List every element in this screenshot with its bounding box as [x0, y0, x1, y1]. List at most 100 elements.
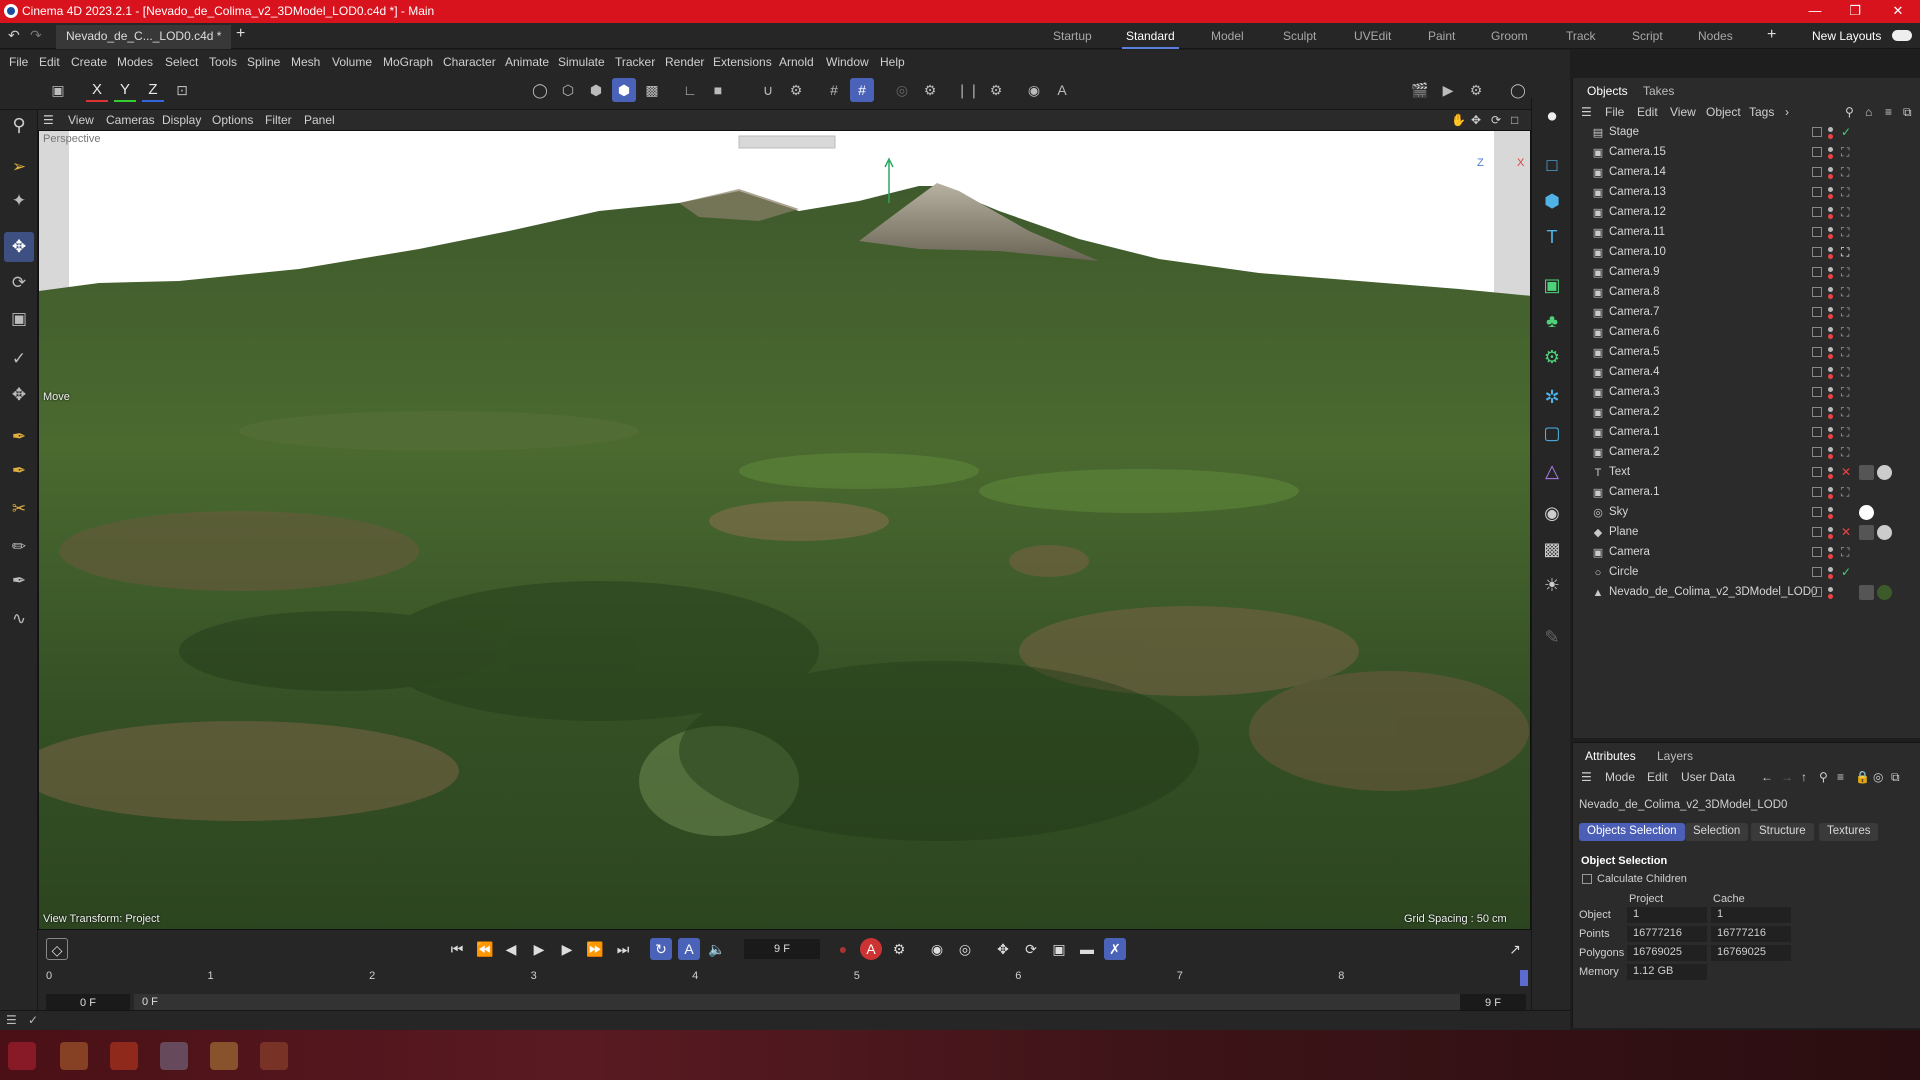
goto-end-icon[interactable]: ⏭: [612, 938, 634, 960]
viewport-menu-panel[interactable]: Panel: [304, 113, 335, 127]
editor-visibility-dot[interactable]: [1828, 427, 1833, 432]
objects-search-icon[interactable]: ⚲: [1845, 105, 1854, 119]
layout-uvedit[interactable]: UVEdit: [1354, 29, 1391, 43]
loop-icon[interactable]: ↻: [650, 938, 672, 960]
menu-character[interactable]: Character: [443, 55, 496, 69]
polygons-mode-icon[interactable]: ⬢: [584, 78, 608, 102]
viewport-rotate-icon[interactable]: ⟳: [1491, 113, 1501, 127]
field-icon[interactable]: ▢: [1537, 418, 1567, 448]
render-visibility-dot[interactable]: [1828, 194, 1833, 199]
axis-x-lock[interactable]: X: [86, 78, 108, 102]
material-tag-icon[interactable]: [1877, 525, 1892, 540]
next-key-icon[interactable]: ⏩: [584, 938, 606, 960]
layer-checkbox[interactable]: [1812, 407, 1822, 417]
object-row[interactable]: ◎ Sky: [1573, 503, 1920, 523]
layer-checkbox[interactable]: [1812, 247, 1822, 257]
layout-script[interactable]: Script: [1632, 29, 1663, 43]
camera-target-icon[interactable]: ⛶: [1841, 165, 1849, 179]
object-row[interactable]: ◆ Plane ✕: [1573, 523, 1920, 543]
keyframe-settings-icon[interactable]: ⚙: [888, 938, 910, 960]
editor-visibility-dot[interactable]: [1828, 567, 1833, 572]
coordinate-system-icon[interactable]: ⊡: [170, 78, 194, 102]
layout-paint[interactable]: Paint: [1428, 29, 1455, 43]
layer-checkbox[interactable]: [1812, 227, 1822, 237]
editor-visibility-dot[interactable]: [1828, 447, 1833, 452]
object-row[interactable]: ▣ Camera.12 ⛶: [1573, 203, 1920, 223]
enabled-check-icon[interactable]: ✓: [1841, 125, 1851, 139]
layer-checkbox[interactable]: [1812, 287, 1822, 297]
editor-visibility-dot[interactable]: [1828, 267, 1833, 272]
object-row[interactable]: ▣ Camera.5 ⛶: [1573, 343, 1920, 363]
disabled-cross-icon[interactable]: ✕: [1841, 525, 1851, 539]
3d-viewport[interactable]: Perspective Move Z X View Transform: Pro…: [38, 130, 1531, 930]
editor-visibility-dot[interactable]: [1828, 167, 1833, 172]
soft-settings-icon[interactable]: ⚙: [918, 78, 942, 102]
snap-move-icon[interactable]: ✥: [4, 380, 34, 410]
editor-visibility-dot[interactable]: [1828, 187, 1833, 192]
layout-track[interactable]: Track: [1566, 29, 1596, 43]
attributes-menu-edit[interactable]: Edit: [1647, 770, 1668, 784]
soft-selection-icon[interactable]: ◎: [890, 78, 914, 102]
layout-standard[interactable]: Standard: [1122, 29, 1179, 49]
objects-menu-object[interactable]: Object: [1706, 105, 1741, 119]
layer-checkbox[interactable]: [1812, 127, 1822, 137]
menu-select[interactable]: Select: [165, 55, 198, 69]
object-row[interactable]: ▣ Camera.13 ⛶: [1573, 183, 1920, 203]
layer-checkbox[interactable]: [1812, 567, 1822, 577]
attributes-filter-icon[interactable]: ≡: [1837, 770, 1844, 784]
render-visibility-dot[interactable]: [1828, 534, 1833, 539]
keyframe-icon[interactable]: ◇: [46, 938, 68, 960]
editor-visibility-dot[interactable]: [1828, 407, 1833, 412]
camera-target-icon[interactable]: ⛶: [1841, 345, 1849, 359]
sound-icon[interactable]: 🔈: [706, 938, 728, 960]
taskbar-app-icon[interactable]: [110, 1042, 138, 1070]
scale-tool-icon[interactable]: ▣: [4, 304, 34, 334]
environment-icon[interactable]: ◉: [1537, 498, 1567, 528]
measure-tool-icon[interactable]: ✒: [4, 566, 34, 596]
layer-checkbox[interactable]: [1812, 367, 1822, 377]
object-row[interactable]: ▣ Camera ⛶: [1573, 543, 1920, 563]
layer-checkbox[interactable]: [1812, 467, 1822, 477]
menu-simulate[interactable]: Simulate: [558, 55, 605, 69]
subtab-objects-selection[interactable]: Objects Selection: [1579, 823, 1685, 841]
key-interpolation-icon[interactable]: ✗: [1104, 938, 1126, 960]
layer-checkbox[interactable]: [1812, 507, 1822, 517]
key-point-level-icon[interactable]: ▬: [1076, 938, 1098, 960]
key-position-icon[interactable]: ◉: [926, 938, 948, 960]
object-row[interactable]: ▣ Camera.8 ⛶: [1573, 283, 1920, 303]
menu-window[interactable]: Window: [826, 55, 869, 69]
menu-help[interactable]: Help: [880, 55, 905, 69]
forward-arrow-icon[interactable]: →: [1781, 770, 1793, 784]
camera-target-icon[interactable]: ⛶: [1841, 365, 1849, 379]
menu-edit[interactable]: Edit: [39, 55, 60, 69]
document-tab[interactable]: Nevado_de_C..._LOD0.c4d *: [56, 25, 232, 49]
snap-icon[interactable]: ∪: [756, 78, 780, 102]
object-row[interactable]: ▣ Camera.4 ⛶: [1573, 363, 1920, 383]
render-visibility-dot[interactable]: [1828, 474, 1833, 479]
layer-checkbox[interactable]: [1812, 427, 1822, 437]
render-settings-icon[interactable]: ⚙: [1464, 78, 1488, 102]
up-arrow-icon[interactable]: ↑: [1801, 770, 1807, 784]
object-row[interactable]: ▣ Camera.11 ⛶: [1573, 223, 1920, 243]
viewport-move-icon[interactable]: ✥: [1471, 113, 1481, 127]
playback-mode-icon[interactable]: A: [678, 938, 700, 960]
menu-volume[interactable]: Volume: [332, 55, 372, 69]
render-visibility-dot[interactable]: [1828, 574, 1833, 579]
editor-visibility-dot[interactable]: [1828, 587, 1833, 592]
tab-attributes[interactable]: Attributes: [1585, 749, 1636, 763]
objects-home-icon[interactable]: ⌂: [1865, 105, 1872, 119]
close-icon[interactable]: ✕: [1878, 0, 1918, 23]
render-visibility-dot[interactable]: [1828, 274, 1833, 279]
attributes-menu-user-data[interactable]: User Data: [1681, 770, 1735, 784]
disabled-tool-icon[interactable]: ✎: [1537, 622, 1567, 652]
edges-mode-icon[interactable]: ⬡: [556, 78, 580, 102]
taskbar-app-icon[interactable]: [160, 1042, 188, 1070]
menu-render[interactable]: Render: [665, 55, 704, 69]
render-visibility-dot[interactable]: [1828, 454, 1833, 459]
nodes-icon[interactable]: △: [1537, 456, 1567, 486]
layer-checkbox[interactable]: [1812, 487, 1822, 497]
editor-visibility-dot[interactable]: [1828, 327, 1833, 332]
search-icon[interactable]: ⚲: [4, 110, 34, 140]
camera-target-icon[interactable]: ⛶: [1841, 225, 1849, 239]
viewport-menu-display[interactable]: Display: [162, 113, 201, 127]
